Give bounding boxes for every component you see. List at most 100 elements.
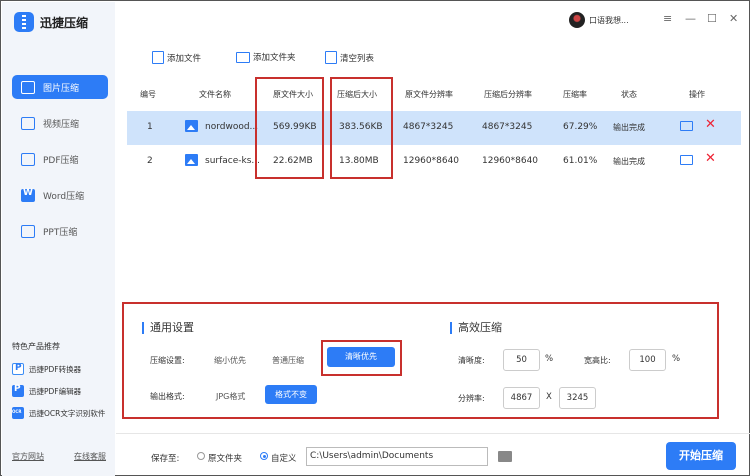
minimize-icon[interactable]: — <box>685 12 696 25</box>
promo-label: 迅捷PDF转换器 <box>29 364 82 374</box>
sidebar-item-ppt[interactable]: PPT压缩 <box>12 219 108 243</box>
sidebar-item-label: Word压缩 <box>43 191 85 202</box>
open-folder-icon[interactable] <box>680 121 693 131</box>
col-action: 操作 <box>689 90 705 99</box>
image-file-icon <box>185 120 198 132</box>
cell-orig-size: 22.62MB <box>273 156 313 166</box>
image-icon <box>21 80 35 94</box>
clarity-label: 清晰度: <box>458 356 485 365</box>
col-comp-size: 压缩后大小 <box>337 90 377 99</box>
clarity-input[interactable]: 50 <box>503 349 540 371</box>
add-folder-icon <box>236 51 250 63</box>
col-comp-res: 压缩后分辨率 <box>484 90 532 99</box>
pdf-converter-icon <box>12 363 24 375</box>
cell-comp-size: 383.56KB <box>339 122 383 132</box>
cell-ratio: 67.29% <box>563 122 598 132</box>
cell-no: 1 <box>147 122 153 132</box>
ppt-icon <box>21 224 35 238</box>
support-link[interactable]: 在线客服 <box>74 451 106 462</box>
option-shrink-first[interactable]: 缩小优先 <box>214 355 246 366</box>
cell-orig-res: 12960*8640 <box>403 156 460 166</box>
resolution-label: 分辨率: <box>458 394 485 403</box>
promo-label: 迅捷PDF编辑器 <box>29 386 82 396</box>
resolution-height-input[interactable]: 3245 <box>559 387 596 409</box>
radio-custom-folder[interactable] <box>260 452 268 460</box>
zip-logo-icon <box>14 12 34 32</box>
save-path-input[interactable]: C:\Users\admin\Documents <box>306 447 488 466</box>
col-status: 状态 <box>621 90 637 99</box>
sidebar-item-image[interactable]: 图片压缩 <box>12 75 108 99</box>
user-profile[interactable]: 口语我想... <box>569 12 629 28</box>
sidebar-item-label: PDF压缩 <box>43 155 79 166</box>
sidebar-item-video[interactable]: 视频压缩 <box>12 111 108 135</box>
add-file-icon <box>152 51 164 64</box>
sidebar-item-pdf[interactable]: PDF压缩 <box>12 147 108 171</box>
add-file-label: 添加文件 <box>167 53 202 64</box>
word-icon <box>21 188 35 202</box>
promo-ocr[interactable]: 迅捷OCR文字识别软件 <box>12 407 116 419</box>
option-clarity-first[interactable]: 清晰优先 <box>327 347 395 367</box>
avatar <box>569 12 585 28</box>
sidebar-nav: 图片压缩 视频压缩 PDF压缩 Word压缩 PPT压缩 <box>12 75 108 255</box>
close-icon[interactable]: ✕ <box>729 12 738 25</box>
cell-name: surface-ks... <box>205 156 260 166</box>
add-folder-button[interactable]: 添加文件夹 <box>236 51 296 63</box>
menu-icon[interactable]: ≡ <box>663 12 672 25</box>
cell-orig-size: 569.99KB <box>273 122 317 132</box>
cell-ratio: 61.01% <box>563 156 598 166</box>
aspect-input[interactable]: 100 <box>629 349 666 371</box>
col-no: 编号 <box>140 90 156 99</box>
sidebar-item-label: 图片压缩 <box>43 83 80 94</box>
clear-list-button[interactable]: 清空列表 <box>325 51 374 64</box>
cell-no: 2 <box>147 156 153 166</box>
cell-comp-res: 12960*8640 <box>482 156 539 166</box>
cell-comp-res: 4867*3245 <box>482 122 533 132</box>
add-file-button[interactable]: 添加文件 <box>152 51 201 64</box>
option-normal-compress[interactable]: 普通压缩 <box>272 355 304 366</box>
cell-status: 输出完成 <box>613 157 645 166</box>
cell-name: nordwood... <box>205 122 259 132</box>
resolution-width-input[interactable]: 4867 <box>503 387 540 409</box>
col-orig-res: 原文件分辨率 <box>405 90 453 99</box>
cell-comp-size: 13.80MB <box>339 156 379 166</box>
sidebar: 迅捷压缩 图片压缩 视频压缩 PDF压缩 Word压缩 PPT压缩 <box>2 2 115 476</box>
promo-title: 特色产品推荐 <box>12 342 60 351</box>
start-compress-button[interactable]: 开始压缩 <box>666 442 736 470</box>
col-name: 文件名称 <box>199 90 231 99</box>
compress-label: 压缩设置: <box>150 356 185 365</box>
promo-label: 迅捷OCR文字识别软件 <box>29 408 106 418</box>
open-folder-icon[interactable] <box>680 155 693 165</box>
cell-orig-res: 4867*3245 <box>403 122 454 132</box>
format-label: 输出格式: <box>150 392 185 401</box>
option-jpg[interactable]: JPG格式 <box>216 391 245 402</box>
sidebar-item-word[interactable]: Word压缩 <box>12 183 108 207</box>
website-link[interactable]: 官方网站 <box>12 451 44 462</box>
user-name: 口语我想... <box>589 15 629 25</box>
maximize-icon[interactable]: ☐ <box>707 12 717 25</box>
option-keep-format[interactable]: 格式不变 <box>265 385 317 404</box>
table-row[interactable]: 2 surface-ks... 22.62MB 13.80MB 12960*86… <box>127 145 741 179</box>
clarity-unit: % <box>545 354 554 364</box>
resolution-separator: X <box>546 392 552 402</box>
col-ratio: 压缩率 <box>563 90 587 99</box>
efficient-title: 高效压缩 <box>450 322 502 334</box>
cell-status: 输出完成 <box>613 123 645 132</box>
table-row[interactable]: 1 nordwood... 569.99KB 383.56KB 4867*324… <box>127 111 741 145</box>
ocr-icon <box>12 407 24 419</box>
app-window: 迅捷压缩 图片压缩 视频压缩 PDF压缩 Word压缩 PPT压缩 <box>0 0 750 476</box>
add-folder-label: 添加文件夹 <box>253 53 296 63</box>
pdf-editor-icon <box>12 384 24 397</box>
original-folder-label: 原文件夹 <box>208 454 243 464</box>
image-file-icon <box>185 154 198 166</box>
delete-icon[interactable]: ✕ <box>705 151 716 166</box>
general-settings-title: 通用设置 <box>142 322 194 334</box>
table-header: 编号 文件名称 原文件大小 压缩后大小 原文件分辨率 压缩后分辨率 压缩率 状态… <box>127 85 741 105</box>
browse-folder-icon[interactable] <box>498 451 512 462</box>
video-icon <box>21 116 35 130</box>
promo-pdf-converter[interactable]: 迅捷PDF转换器 <box>12 363 116 375</box>
radio-original-folder[interactable] <box>197 452 205 460</box>
promo-pdf-editor[interactable]: 迅捷PDF编辑器 <box>12 384 116 397</box>
app-logo: 迅捷压缩 <box>14 12 88 32</box>
delete-icon[interactable]: ✕ <box>705 117 716 132</box>
pdf-icon <box>21 152 35 166</box>
